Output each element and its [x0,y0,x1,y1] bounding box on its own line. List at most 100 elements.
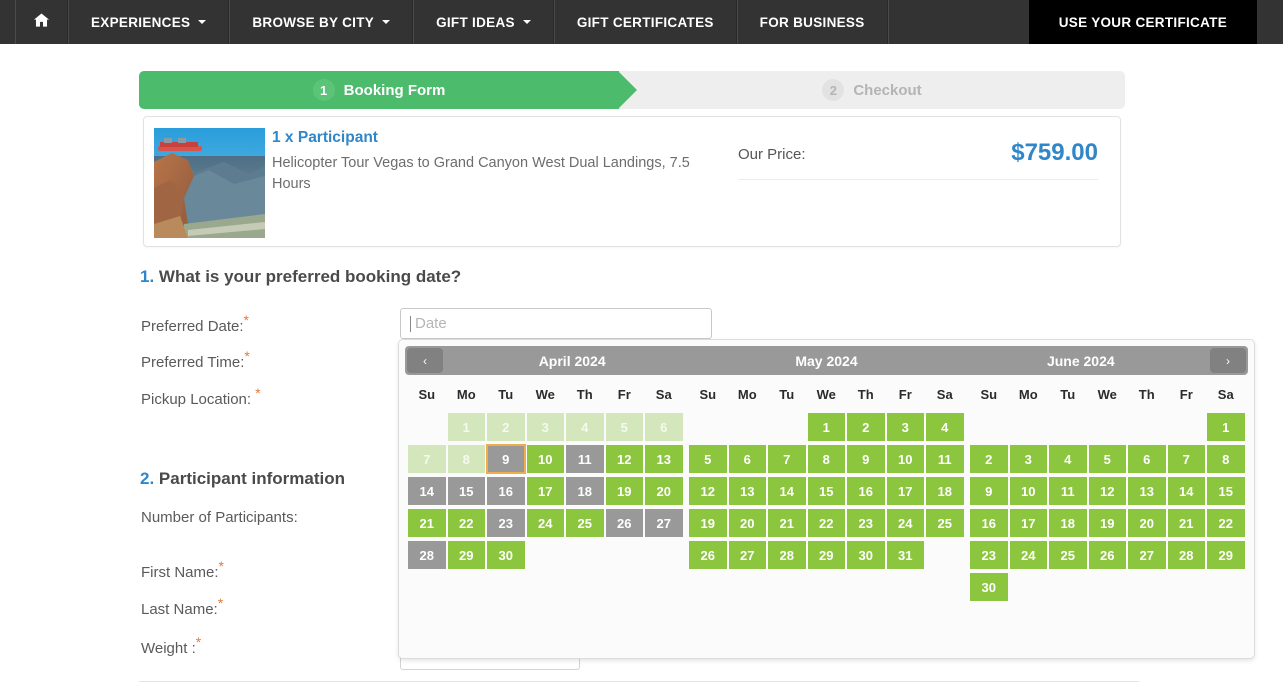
calendar-day-june-18[interactable]: 18 [1048,508,1088,538]
calendar-day-may-27[interactable]: 27 [727,540,767,570]
calendar-day-empty [526,572,566,602]
calendar-day-june-21[interactable]: 21 [1166,508,1206,538]
calendar-day-april-23[interactable]: 23 [486,508,526,538]
calendar-day-may-21[interactable]: 21 [767,508,807,538]
calendar-day-april-13[interactable]: 13 [644,444,684,474]
calendar-day-june-11[interactable]: 11 [1048,476,1088,506]
calendar-day-april-24[interactable]: 24 [525,508,565,538]
calendar-day-may-19[interactable]: 19 [688,508,728,538]
calendar-day-may-13[interactable]: 13 [727,476,767,506]
calendar-day-april-29[interactable]: 29 [446,540,486,570]
calendar-day-april-17[interactable]: 17 [525,476,565,506]
calendar-day-april-28[interactable]: 28 [407,540,447,570]
calendar-day-june-7[interactable]: 7 [1166,444,1206,474]
calendar-day-april-14[interactable]: 14 [407,476,447,506]
calendar-day-may-24[interactable]: 24 [885,508,925,538]
calendar-day-may-2[interactable]: 2 [846,412,886,442]
calendar-day-april-12[interactable]: 12 [604,444,644,474]
calendar-day-may-8[interactable]: 8 [806,444,846,474]
calendar-day-june-15[interactable]: 15 [1206,476,1246,506]
calendar-day-may-26[interactable]: 26 [688,540,728,570]
nav-item-gift-ideas[interactable]: GIFT IDEAS [413,0,554,44]
calendar-day-june-16[interactable]: 16 [969,508,1009,538]
calendar-day-june-5[interactable]: 5 [1087,444,1127,474]
calendar-day-may-6[interactable]: 6 [727,444,767,474]
calendar-day-may-23[interactable]: 23 [846,508,886,538]
calendar-day-june-23[interactable]: 23 [969,540,1009,570]
preferred-date-input[interactable]: Date [400,308,712,339]
calendar-day-june-20[interactable]: 20 [1127,508,1167,538]
calendar-day-may-3[interactable]: 3 [885,412,925,442]
calendar-day-april-9[interactable]: 9 [486,444,526,474]
calendar-day-june-4[interactable]: 4 [1048,444,1088,474]
nav-item-gift-certificates[interactable]: GIFT CERTIFICATES [553,0,737,44]
calendar-day-may-1[interactable]: 1 [806,412,846,442]
calendar-day-may-30[interactable]: 30 [846,540,886,570]
calendar-day-may-5[interactable]: 5 [688,444,728,474]
calendar-day-june-26[interactable]: 26 [1087,540,1127,570]
calendar-day-may-10[interactable]: 10 [885,444,925,474]
calendar-day-april-11[interactable]: 11 [565,444,605,474]
calendar-day-june-10[interactable]: 10 [1008,476,1048,506]
calendar-day-june-14[interactable]: 14 [1166,476,1206,506]
calendar-day-may-17[interactable]: 17 [885,476,925,506]
calendar-day-may-25[interactable]: 25 [925,508,965,538]
nav-item-browse-by-city[interactable]: BROWSE BY CITY [229,0,414,44]
calendar-day-june-13[interactable]: 13 [1127,476,1167,506]
calendar-day-may-7[interactable]: 7 [767,444,807,474]
calendar-day-may-29[interactable]: 29 [806,540,846,570]
calendar-day-april-19[interactable]: 19 [604,476,644,506]
dow-mo: Mo [737,387,757,402]
calendar-day-april-30[interactable]: 30 [486,540,526,570]
calendar-day-may-12[interactable]: 12 [688,476,728,506]
calendar-day-may-18[interactable]: 18 [925,476,965,506]
calendar-day-april-18[interactable]: 18 [565,476,605,506]
calendar-day-may-22[interactable]: 22 [806,508,846,538]
calendar-day-april-27[interactable]: 27 [644,508,684,538]
step-checkout[interactable]: 2 Checkout [619,71,1125,109]
calendar-day-april-22[interactable]: 22 [446,508,486,538]
calendar-day-june-27[interactable]: 27 [1127,540,1167,570]
calendar-day-april-26[interactable]: 26 [604,508,644,538]
calendar-day-june-3[interactable]: 3 [1008,444,1048,474]
calendar-day-may-28[interactable]: 28 [767,540,807,570]
section-heading-booking-date: 1. What is your preferred booking date? [140,267,461,287]
step-booking-form[interactable]: 1 Booking Form [139,71,637,109]
calendar-day-june-17[interactable]: 17 [1008,508,1048,538]
calendar-day-june-22[interactable]: 22 [1206,508,1246,538]
calendar-day-may-31[interactable]: 31 [885,540,925,570]
calendar-day-april-15[interactable]: 15 [446,476,486,506]
calendar-day-june-29[interactable]: 29 [1206,540,1246,570]
calendar-day-april-20[interactable]: 20 [644,476,684,506]
calendar-day-june-25[interactable]: 25 [1048,540,1088,570]
calendar-day-june-1[interactable]: 1 [1206,412,1246,442]
calendar-day-may-15[interactable]: 15 [806,476,846,506]
calendar-day-may-11[interactable]: 11 [925,444,965,474]
calendar-day-april-10[interactable]: 10 [525,444,565,474]
calendar-day-may-20[interactable]: 20 [727,508,767,538]
calendar-day-april-25[interactable]: 25 [565,508,605,538]
nav-item-experiences[interactable]: EXPERIENCES [68,0,230,44]
calendar-day-may-9[interactable]: 9 [846,444,886,474]
calendar-day-june-30[interactable]: 30 [969,572,1009,602]
calendar-day-june-6[interactable]: 6 [1127,444,1167,474]
calendar-day-june-8[interactable]: 8 [1206,444,1246,474]
prev-month-button[interactable]: ‹ [407,348,443,373]
next-month-button[interactable]: › [1209,348,1246,373]
nav-item-for-business[interactable]: FOR BUSINESS [736,0,888,44]
calendar-day-june-24[interactable]: 24 [1008,540,1048,570]
nav-item-label: EXPERIENCES [91,14,191,30]
calendar-day-june-28[interactable]: 28 [1166,540,1206,570]
calendar-day-empty [767,412,807,442]
use-your-certificate-button[interactable]: USE YOUR CERTIFICATE [1028,0,1257,44]
calendar-day-april-16[interactable]: 16 [486,476,526,506]
calendar-day-june-2[interactable]: 2 [969,444,1009,474]
nav-home-button[interactable] [15,0,68,44]
calendar-day-may-4[interactable]: 4 [925,412,965,442]
calendar-day-june-12[interactable]: 12 [1087,476,1127,506]
calendar-day-april-21[interactable]: 21 [407,508,447,538]
calendar-day-may-16[interactable]: 16 [846,476,886,506]
calendar-day-june-19[interactable]: 19 [1087,508,1127,538]
calendar-day-june-9[interactable]: 9 [969,476,1009,506]
calendar-day-may-14[interactable]: 14 [767,476,807,506]
